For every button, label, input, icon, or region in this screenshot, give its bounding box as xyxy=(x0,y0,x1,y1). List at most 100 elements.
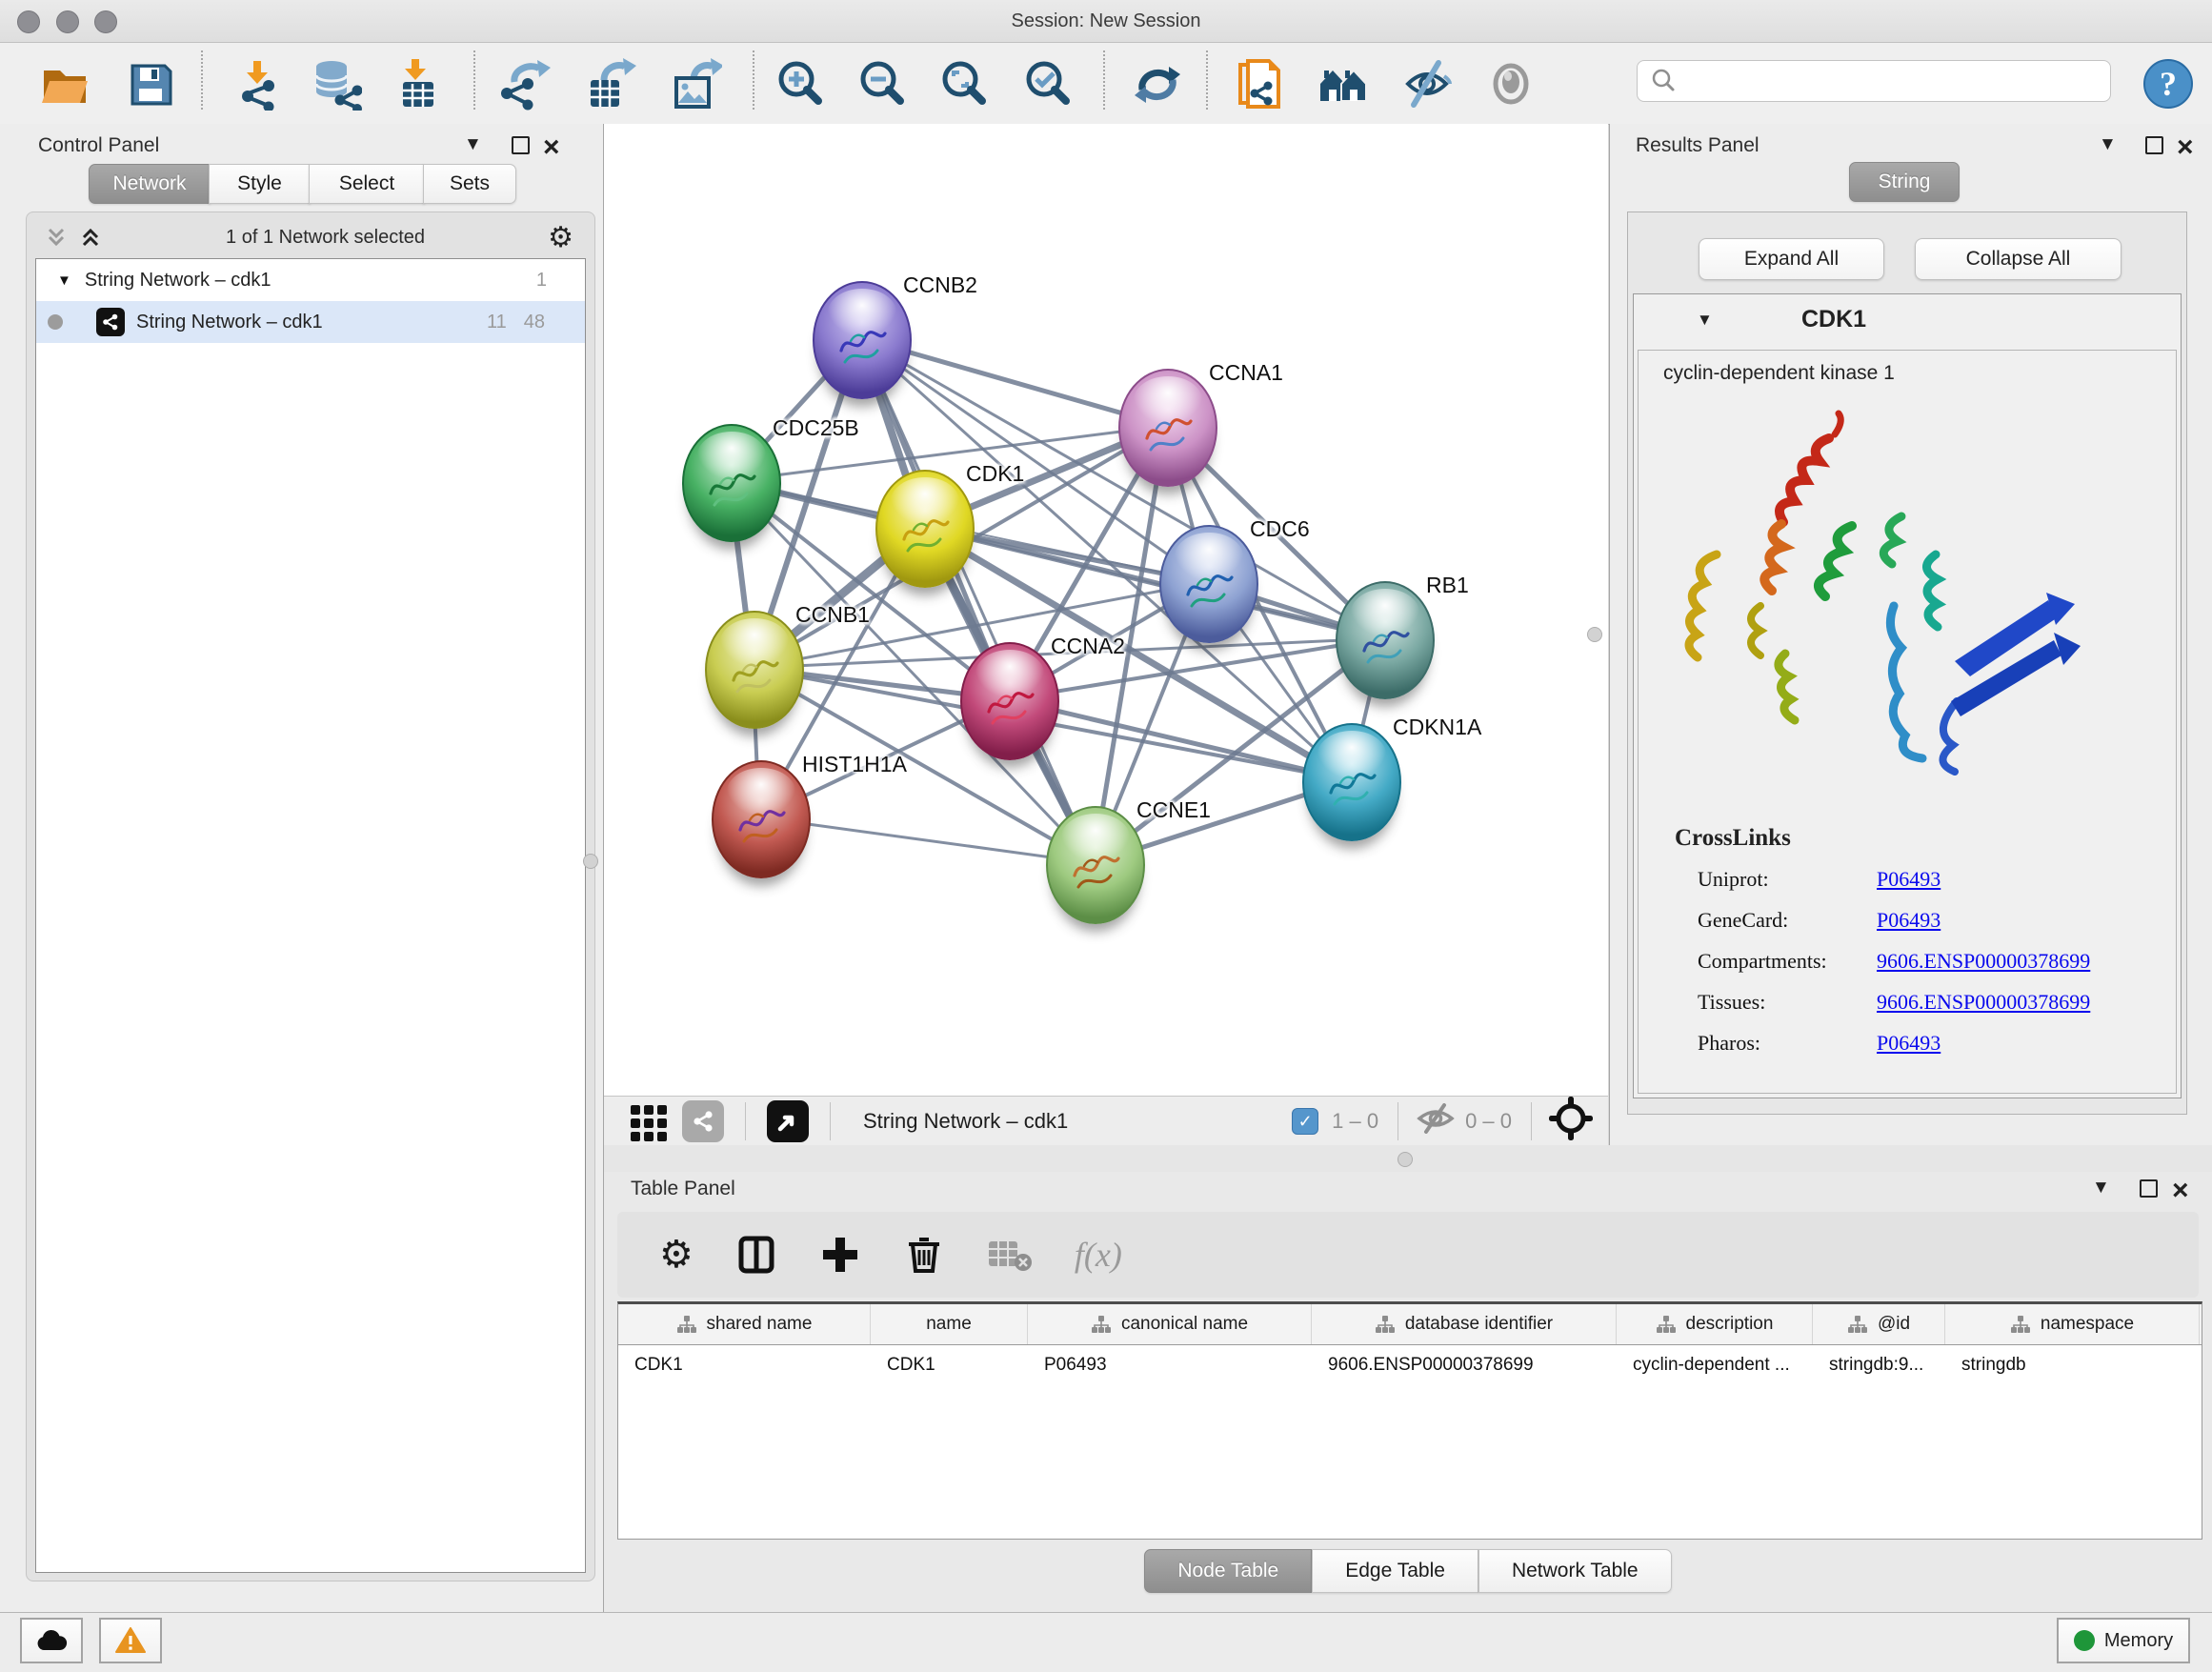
hide-panels-icon[interactable] xyxy=(1399,56,1455,111)
birds-eye-view-icon[interactable] xyxy=(767,1100,809,1142)
collapse-panel-icon[interactable]: ▼ xyxy=(464,135,482,154)
home-icon[interactable] xyxy=(1316,56,1371,111)
network-collection-count: 1 xyxy=(536,270,547,292)
collapse-panel-icon[interactable]: ▼ xyxy=(2092,1178,2110,1198)
table-cell[interactable]: stringdb:9... xyxy=(1813,1345,1945,1385)
import-network-file-icon[interactable] xyxy=(230,56,285,111)
memory-button[interactable]: Memory xyxy=(2057,1618,2190,1663)
save-session-icon[interactable] xyxy=(123,56,178,111)
network-node-CCNE1[interactable] xyxy=(1046,806,1145,924)
table-settings-gear-icon[interactable]: ⚙ xyxy=(659,1233,694,1277)
crosslink-link[interactable]: 9606.ENSP00000378699 xyxy=(1877,949,2090,974)
tab-sets[interactable]: Sets xyxy=(423,164,516,204)
network-collection-row[interactable]: ▼ String Network – cdk1 1 xyxy=(36,259,585,301)
network-row[interactable]: String Network – cdk1 11 48 xyxy=(36,301,585,343)
network-node-count: 11 xyxy=(487,312,507,333)
zoom-in-icon[interactable] xyxy=(773,56,828,111)
crosslink-link[interactable]: P06493 xyxy=(1877,1031,1941,1056)
tab-style[interactable]: Style xyxy=(209,164,311,204)
network-node-CCNA1[interactable] xyxy=(1118,369,1217,487)
results-panel: Results Panel ▼ × String Expand All Coll… xyxy=(1609,124,2212,1145)
close-panel-icon[interactable]: × xyxy=(2177,138,2194,157)
float-panel-icon[interactable] xyxy=(2140,1179,2158,1198)
network-node-CDKN1A[interactable] xyxy=(1302,723,1401,841)
export-table-icon[interactable] xyxy=(582,56,637,111)
zoom-out-icon[interactable] xyxy=(855,56,910,111)
table-column-header[interactable]: description xyxy=(1617,1304,1813,1344)
tab-select[interactable]: Select xyxy=(309,164,425,204)
network-node-CCNB2[interactable] xyxy=(813,281,912,399)
network-node-HIST1H1A[interactable] xyxy=(712,760,811,878)
network-node-CCNA2[interactable] xyxy=(960,642,1059,760)
expand-all-networks-icon[interactable] xyxy=(44,225,69,250)
export-image-icon[interactable] xyxy=(668,56,723,111)
apply-layout-icon[interactable] xyxy=(1130,56,1185,111)
delete-column-trash-icon[interactable] xyxy=(903,1234,945,1276)
network-view[interactable]: CCNB2CCNA1CDC25BCDK1CDC6RB1CCNB1CCNA2CDK… xyxy=(604,124,1608,1096)
network-node-CDC6[interactable] xyxy=(1159,525,1258,643)
grid-view-icon[interactable] xyxy=(627,1099,671,1143)
tab-string[interactable]: String xyxy=(1849,162,1960,202)
table-cell[interactable]: P06493 xyxy=(1028,1345,1312,1385)
table-column-header[interactable]: namespace xyxy=(1945,1304,2200,1344)
table-cell[interactable]: 9606.ENSP00000378699 xyxy=(1312,1345,1617,1385)
search-input[interactable] xyxy=(1685,70,2110,93)
import-table-file-icon[interactable] xyxy=(390,56,445,111)
zoom-fit-icon[interactable] xyxy=(936,56,992,111)
collapse-all-networks-icon[interactable] xyxy=(78,225,103,250)
warning-status-button[interactable] xyxy=(99,1618,162,1663)
node-label-CCNA1: CCNA1 xyxy=(1209,360,1283,386)
tab-network-table[interactable]: Network Table xyxy=(1478,1549,1672,1593)
toolbar-separator xyxy=(201,50,203,110)
network-node-CDK1[interactable] xyxy=(875,470,975,588)
float-panel-icon[interactable] xyxy=(512,136,530,154)
warning-icon xyxy=(115,1627,146,1654)
add-column-icon[interactable] xyxy=(819,1234,861,1276)
tab-node-table[interactable]: Node Table xyxy=(1144,1549,1312,1593)
float-panel-icon[interactable] xyxy=(2145,136,2163,154)
crosslink-link[interactable]: 9606.ENSP00000378699 xyxy=(1877,990,2090,1015)
export-network-icon[interactable] xyxy=(498,56,553,111)
table-column-header[interactable]: @id xyxy=(1813,1304,1945,1344)
table-cell[interactable]: cyclin-dependent ... xyxy=(1617,1345,1813,1385)
network-nodes-layer: CCNB2CCNA1CDC25BCDK1CDC6RB1CCNB1CCNA2CDK… xyxy=(604,124,1608,1096)
crosslink-link[interactable]: P06493 xyxy=(1877,908,1941,933)
help-icon[interactable]: ? xyxy=(2141,56,2196,111)
collapse-all-button[interactable]: Collapse All xyxy=(1915,238,2122,280)
table-column-header[interactable]: shared name xyxy=(618,1304,871,1344)
table-column-header[interactable]: canonical name xyxy=(1028,1304,1312,1344)
show-columns-icon[interactable] xyxy=(735,1234,777,1276)
table-cell[interactable]: CDK1 xyxy=(871,1345,1028,1385)
table-row[interactable]: CDK1CDK1P064939606.ENSP00000378699cyclin… xyxy=(618,1345,2202,1385)
collapse-protein-icon[interactable]: ▼ xyxy=(1697,311,1713,330)
close-panel-icon[interactable]: × xyxy=(543,138,560,157)
tab-edge-table[interactable]: Edge Table xyxy=(1312,1549,1478,1593)
left-splitter-handle[interactable] xyxy=(583,854,598,869)
import-network-database-icon[interactable] xyxy=(308,56,363,111)
open-session-icon[interactable] xyxy=(37,56,92,111)
selected-checkbox-icon[interactable]: ✓ xyxy=(1292,1108,1318,1135)
fit-selected-target-icon[interactable] xyxy=(1549,1097,1593,1146)
crosslink-link[interactable]: P06493 xyxy=(1877,867,1941,892)
network-node-CDC25B[interactable] xyxy=(682,424,781,542)
search-field[interactable] xyxy=(1637,60,2111,102)
network-node-CCNB1[interactable] xyxy=(705,611,804,729)
table-column-header[interactable]: name xyxy=(871,1304,1028,1344)
import-string-network-icon[interactable] xyxy=(1232,56,1287,111)
cloud-status-button[interactable] xyxy=(20,1618,83,1663)
crosslink-label: Uniprot: xyxy=(1698,867,1877,892)
table-cell[interactable]: CDK1 xyxy=(618,1345,871,1385)
zoom-selected-icon[interactable] xyxy=(1020,56,1076,111)
tab-network[interactable]: Network xyxy=(89,164,211,204)
expand-all-button[interactable]: Expand All xyxy=(1699,238,1884,280)
gear-icon[interactable]: ⚙ xyxy=(548,221,573,254)
close-panel-icon[interactable]: × xyxy=(2172,1181,2189,1200)
tree-expand-icon[interactable]: ▼ xyxy=(57,272,71,289)
table-cell[interactable]: stringdb xyxy=(1945,1345,2200,1385)
table-column-header[interactable]: database identifier xyxy=(1312,1304,1617,1344)
bottom-splitter-handle[interactable] xyxy=(1398,1152,1413,1167)
network-node-RB1[interactable] xyxy=(1336,581,1435,699)
collapse-panel-icon[interactable]: ▼ xyxy=(2099,135,2117,154)
network-share-view-icon[interactable] xyxy=(682,1100,724,1142)
right-splitter-handle[interactable] xyxy=(1587,627,1602,642)
